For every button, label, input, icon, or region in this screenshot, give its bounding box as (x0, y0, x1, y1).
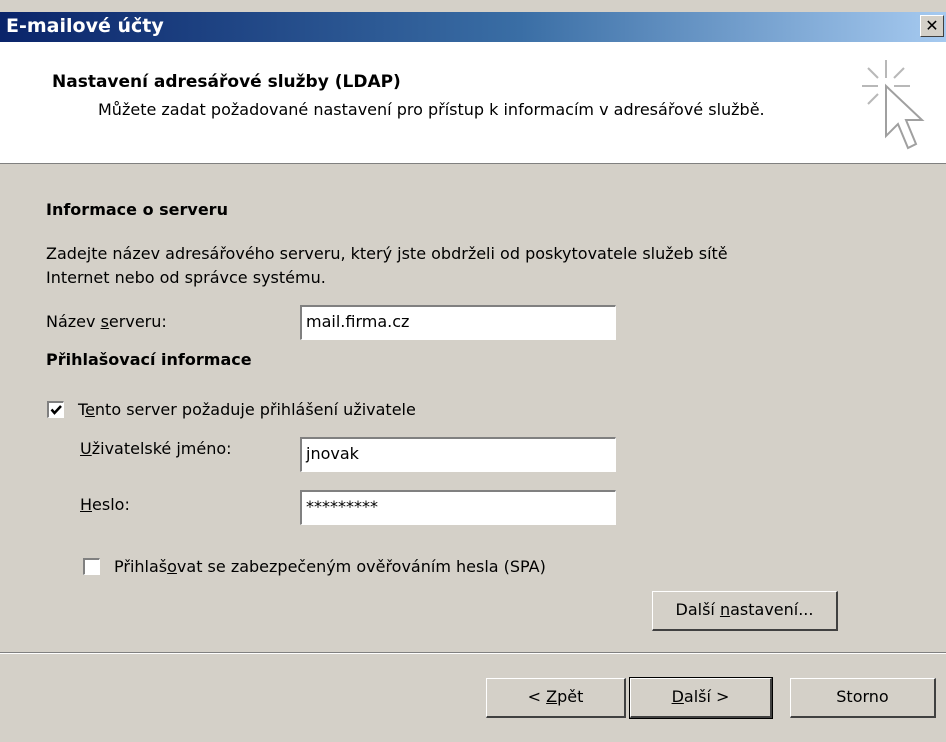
wizard-cursor-icon (862, 60, 925, 150)
page-title: Nastavení adresářové služby (LDAP) (52, 72, 401, 92)
close-button[interactable]: ✕ (920, 15, 944, 37)
server-info-heading: Informace o serveru (46, 200, 228, 219)
login-info-heading: Přihlašovací informace (46, 350, 252, 369)
requires-login-label[interactable]: Tento server požaduje přihlášení uživate… (78, 400, 416, 419)
server-info-description-line1: Zadejte název adresářového serveru, kter… (46, 244, 728, 263)
wizard-header: Nastavení adresářové služby (LDAP) Můžet… (0, 42, 946, 164)
server-info-description-line2: Internet nebo od správce systému. (46, 268, 326, 287)
username-label: Uživatelské jméno: (80, 439, 232, 458)
next-button[interactable]: Další > (629, 677, 773, 719)
requires-login-checkbox[interactable] (47, 401, 64, 418)
title-bar: E-mailové účty ✕ (0, 12, 946, 42)
password-label: Heslo: (80, 495, 130, 514)
close-icon: ✕ (925, 16, 939, 35)
page-subtitle: Můžete zadat požadované nastavení pro př… (98, 100, 765, 119)
back-button[interactable]: < Zpět (486, 678, 626, 718)
username-input[interactable]: jnovak (300, 437, 616, 472)
window-title: E-mailové účty (6, 15, 164, 37)
spa-label[interactable]: Přihlašovat se zabezpečeným ověřováním h… (114, 557, 546, 576)
password-input[interactable]: ********* (300, 490, 616, 525)
more-settings-button[interactable]: Další nastavení... (652, 591, 838, 631)
spa-checkbox[interactable] (83, 558, 100, 575)
server-name-input[interactable]: mail.firma.cz (300, 305, 616, 340)
cancel-button[interactable]: Storno (790, 678, 936, 718)
checkmark-icon (50, 405, 62, 415)
footer-divider (0, 652, 946, 654)
server-name-label: Název serveru: (46, 312, 167, 331)
